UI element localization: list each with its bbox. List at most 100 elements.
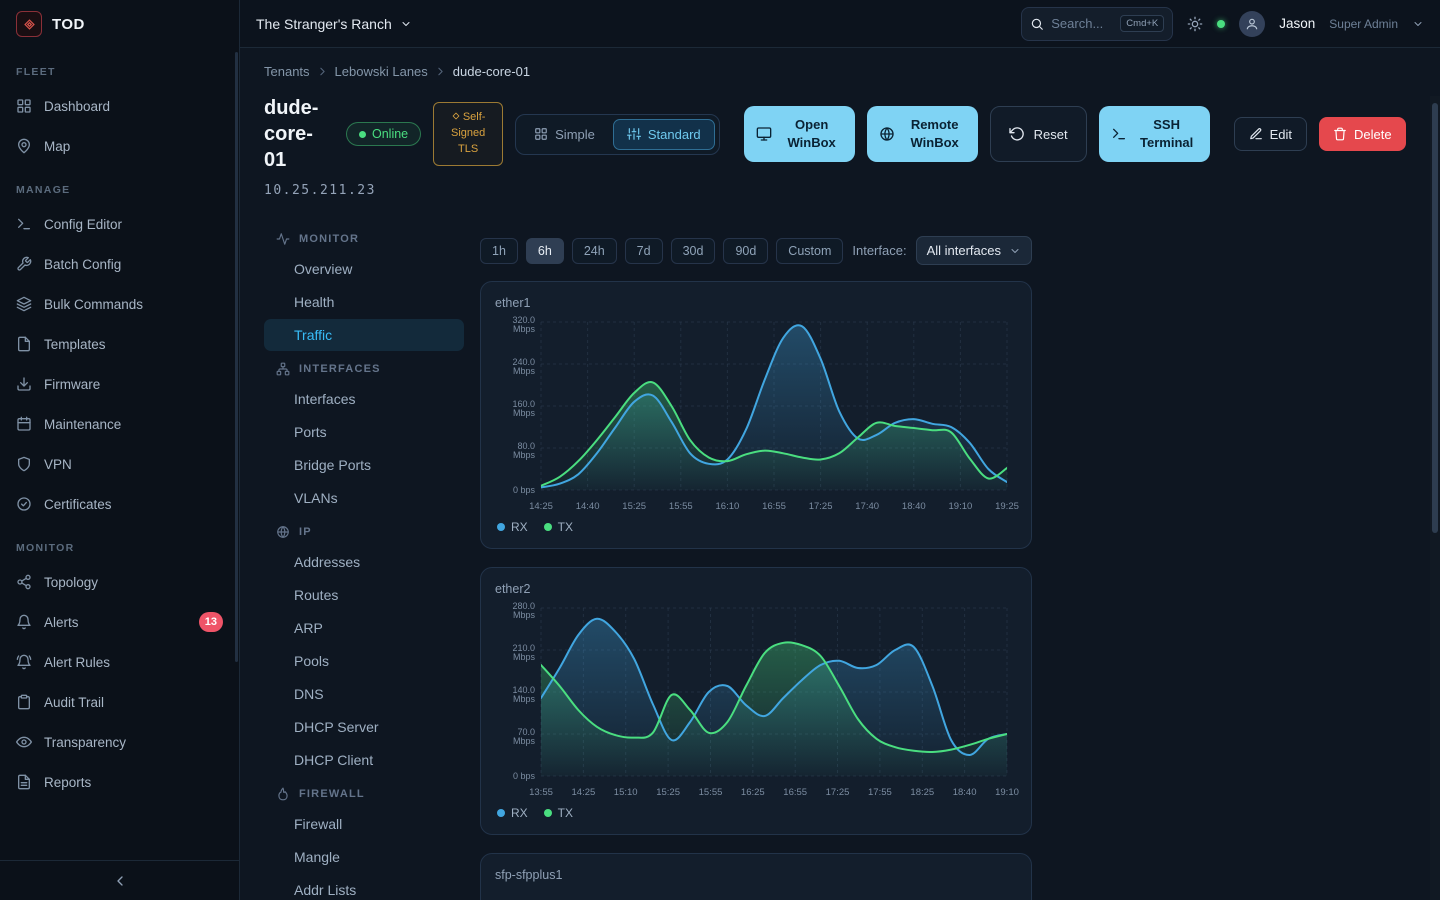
legend-tx[interactable]: TX <box>544 806 573 820</box>
sidebar-item-map[interactable]: Map <box>0 126 239 166</box>
refresh-icon <box>1009 126 1025 142</box>
sidebar-item-reports[interactable]: Reports <box>0 762 239 802</box>
subnav-item-traffic[interactable]: Traffic <box>264 319 464 351</box>
subnav-section-firewall: FIREWALL <box>264 777 464 807</box>
subnav-item-pools[interactable]: Pools <box>264 645 464 677</box>
range-1h-button[interactable]: 1h <box>480 238 518 264</box>
traffic-chart-card-ether1: ether1320.0Mbps240.0Mbps160.0Mbps80.0Mbp… <box>480 281 1032 549</box>
range-6h-button[interactable]: 6h <box>526 238 564 264</box>
sidebar-scrollbar-thumb[interactable] <box>235 52 238 662</box>
device-ip: 10.25.211.23 <box>264 183 1416 198</box>
subnav-item-bridge-ports[interactable]: Bridge Ports <box>264 449 464 481</box>
breadcrumb-item-lebowski-lanes[interactable]: Lebowski Lanes <box>335 64 428 79</box>
trash-icon <box>1333 127 1347 141</box>
page-scrollbar-track[interactable] <box>1430 96 1440 900</box>
subnav-item-vlans[interactable]: VLANs <box>264 482 464 514</box>
layers-icon <box>16 296 32 312</box>
open-winbox-button[interactable]: Open WinBox <box>744 106 855 162</box>
subnav-item-addr-lists[interactable]: Addr Lists <box>264 874 464 900</box>
range-30d-button[interactable]: 30d <box>671 238 716 264</box>
bell-ring-icon <box>16 654 32 670</box>
globe-icon <box>879 126 895 142</box>
remote-winbox-label: Remote WinBox <box>904 116 966 151</box>
subnav-item-firewall[interactable]: Firewall <box>264 808 464 840</box>
sidebar-item-dashboard[interactable]: Dashboard <box>0 86 239 126</box>
subnav-item-interfaces[interactable]: Interfaces <box>264 383 464 415</box>
grid-icon <box>534 127 548 141</box>
app-logo-row[interactable]: TOD <box>0 0 239 48</box>
range-90d-button[interactable]: 90d <box>723 238 768 264</box>
legend-rx[interactable]: RX <box>497 520 528 534</box>
svg-text:14:25: 14:25 <box>572 787 596 798</box>
range-custom-button[interactable]: Custom <box>776 238 843 264</box>
sliders-icon <box>627 127 641 141</box>
subnav-item-dhcp-client[interactable]: DHCP Client <box>264 744 464 776</box>
sidebar-collapse-button[interactable] <box>0 860 239 900</box>
remote-winbox-button[interactable]: Remote WinBox <box>867 106 978 162</box>
sidebar-item-templates[interactable]: Templates <box>0 324 239 364</box>
sidebar-item-topology[interactable]: Topology <box>0 562 239 602</box>
view-mode-standard-button[interactable]: Standard <box>613 119 715 150</box>
interface-select[interactable]: All interfaces <box>916 236 1032 265</box>
subnav-item-ports[interactable]: Ports <box>264 416 464 448</box>
sidebar-item-vpn[interactable]: VPN <box>0 444 239 484</box>
interface-filter: Interface: All interfaces <box>852 236 1032 265</box>
legend-tx[interactable]: TX <box>544 520 573 534</box>
subnav-item-addresses[interactable]: Addresses <box>264 546 464 578</box>
interface-selected-value: All interfaces <box>927 243 1001 258</box>
subnav-item-health[interactable]: Health <box>264 286 464 318</box>
topbar: The Stranger's Ranch Search... Cmd+K Jas… <box>240 0 1440 48</box>
svg-text:18:40: 18:40 <box>902 501 926 512</box>
subnav-item-dhcp-server[interactable]: DHCP Server <box>264 711 464 743</box>
delete-button[interactable]: Delete <box>1319 117 1406 151</box>
sidebar: TOD FLEETDashboardMapMANAGEConfig Editor… <box>0 0 240 900</box>
sidebar-item-maintenance[interactable]: Maintenance <box>0 404 239 444</box>
subnav-section-interfaces: INTERFACES <box>264 352 464 382</box>
sidebar-item-config-editor[interactable]: Config Editor <box>0 204 239 244</box>
range-7d-button[interactable]: 7d <box>625 238 663 264</box>
view-mode-simple-button[interactable]: Simple <box>520 119 609 150</box>
sidebar-item-batch-config[interactable]: Batch Config <box>0 244 239 284</box>
map-pin-icon <box>16 138 32 154</box>
sidebar-item-bulk-commands[interactable]: Bulk Commands <box>0 284 239 324</box>
sidebar-item-certificates[interactable]: Certificates <box>0 484 239 524</box>
subnav-section-ip: IP <box>264 515 464 545</box>
chart-interface-title: sfp-sfpplus1 <box>495 868 1017 882</box>
diamond-icon <box>451 111 461 121</box>
edit-button[interactable]: Edit <box>1234 117 1307 151</box>
sidebar-item-alerts[interactable]: Alerts13 <box>0 602 239 642</box>
chevron-left-icon <box>112 873 128 889</box>
chevron-down-icon[interactable] <box>1412 18 1424 30</box>
breadcrumb-item-tenants[interactable]: Tenants <box>264 64 310 79</box>
subnav-item-routes[interactable]: Routes <box>264 579 464 611</box>
search-input[interactable]: Search... Cmd+K <box>1021 7 1173 41</box>
device-title: dude-core-01 <box>264 95 334 173</box>
subnav-section-label: FIREWALL <box>299 788 365 800</box>
sidebar-item-transparency[interactable]: Transparency <box>0 722 239 762</box>
theme-toggle-sun-icon[interactable] <box>1187 16 1203 32</box>
chart-legend: RX TX <box>495 806 1017 820</box>
sidebar-item-audit-trail[interactable]: Audit Trail <box>0 682 239 722</box>
subnav-item-arp[interactable]: ARP <box>264 612 464 644</box>
range-24h-button[interactable]: 24h <box>572 238 617 264</box>
tenant-selector[interactable]: The Stranger's Ranch <box>256 16 412 32</box>
sidebar-item-firmware[interactable]: Firmware <box>0 364 239 404</box>
avatar[interactable] <box>1239 11 1265 37</box>
svg-text:Mbps: Mbps <box>513 366 536 376</box>
tenant-name: The Stranger's Ranch <box>256 16 392 32</box>
traffic-chart[interactable]: 280.0Mbps210.0Mbps140.0Mbps70.0Mbps0 bps… <box>495 598 1019 802</box>
reset-button[interactable]: Reset <box>990 106 1087 162</box>
page-scrollbar-thumb[interactable] <box>1432 103 1438 533</box>
sidebar-item-alert-rules[interactable]: Alert Rules <box>0 642 239 682</box>
legend-dot-icon <box>497 809 505 817</box>
open-winbox-label: Open WinBox <box>781 116 843 151</box>
subnav-item-mangle[interactable]: Mangle <box>264 841 464 873</box>
legend-rx[interactable]: RX <box>497 806 528 820</box>
ssh-terminal-button[interactable]: SSH Terminal <box>1099 106 1210 162</box>
subnav-item-overview[interactable]: Overview <box>264 253 464 285</box>
activity-icon <box>276 232 290 246</box>
terminal-icon <box>16 216 32 232</box>
traffic-chart[interactable]: 320.0Mbps240.0Mbps160.0Mbps80.0Mbps0 bps… <box>495 312 1019 516</box>
sidebar-item-label: Templates <box>44 337 106 352</box>
subnav-item-dns[interactable]: DNS <box>264 678 464 710</box>
